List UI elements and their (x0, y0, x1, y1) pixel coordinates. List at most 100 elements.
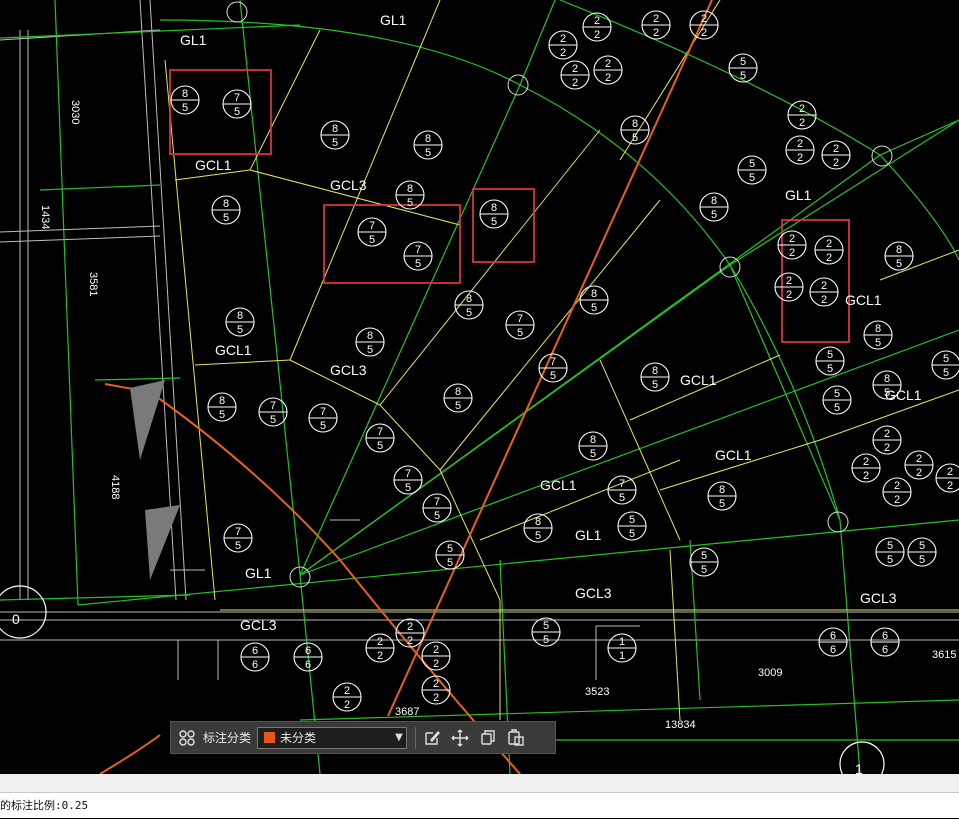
grid-icon[interactable] (175, 726, 199, 750)
fraction-bubble: 85 (872, 370, 902, 400)
beam-label: GCL3 (330, 362, 367, 378)
fraction-bubble: 22 (395, 618, 425, 648)
fraction-bubble: 85 (523, 513, 553, 543)
fraction-bubble: 22 (814, 235, 844, 265)
fraction-bubble: 75 (308, 403, 338, 433)
fraction-bubble: 85 (211, 195, 241, 225)
fraction-numerator: 2 (407, 621, 413, 633)
fraction-bubble: 85 (578, 431, 608, 461)
copy-icon[interactable] (476, 726, 500, 750)
fraction-numerator: 8 (535, 516, 541, 528)
fraction-bubble: 85 (884, 241, 914, 271)
fraction-denominator: 5 (425, 147, 431, 159)
fraction-bubble: 85 (863, 320, 893, 350)
fraction-numerator: 8 (455, 386, 461, 398)
move-icon[interactable] (448, 726, 472, 750)
command-line[interactable]: 的标注比例:0.25 (0, 792, 959, 818)
beam-label: GCL3 (240, 617, 277, 633)
paste-icon[interactable] (504, 726, 528, 750)
fraction-numerator: 2 (916, 453, 922, 465)
fraction-bubble: 85 (395, 180, 425, 210)
fraction-numerator: 5 (740, 56, 746, 68)
fraction-numerator: 7 (619, 478, 625, 490)
fraction-bubble: 55 (689, 547, 719, 577)
fraction-bubble: 75 (393, 465, 423, 495)
fraction-denominator: 5 (237, 324, 243, 336)
fraction-denominator: 2 (605, 72, 611, 84)
fraction-denominator: 5 (367, 344, 373, 356)
fraction-numerator: 8 (591, 288, 597, 300)
fraction-bubble: 22 (548, 30, 578, 60)
fraction-denominator: 5 (740, 70, 746, 82)
fraction-numerator: 8 (466, 293, 472, 305)
fraction-bubble: 66 (870, 627, 900, 657)
fraction-denominator: 5 (434, 510, 440, 522)
edit-icon[interactable] (420, 726, 444, 750)
fraction-denominator: 2 (826, 252, 832, 264)
fraction-numerator: 2 (894, 480, 900, 492)
fraction-numerator: 7 (517, 313, 523, 325)
fraction-numerator: 7 (377, 426, 383, 438)
fraction-bubble: 85 (454, 290, 484, 320)
fraction-bubble: 75 (223, 523, 253, 553)
fraction-bubble: 75 (422, 493, 452, 523)
drawing-canvas[interactable]: 0 1 GL1 GL1 GCL1 GCL3 GCL1 GCL3 GCL1 GCL… (0, 0, 959, 774)
fraction-bubble: 22 (582, 12, 612, 42)
fraction-numerator: 5 (629, 514, 635, 526)
category-value: 未分类 (280, 731, 317, 745)
fraction-bubble: 55 (617, 511, 647, 541)
fraction-denominator: 5 (896, 258, 902, 270)
beam-label: GL1 (380, 12, 407, 28)
fraction-numerator: 8 (367, 330, 373, 342)
fraction-numerator: 8 (711, 195, 717, 207)
category-select[interactable]: 未分类 ▼ (257, 726, 408, 749)
fraction-bubble: 85 (707, 481, 737, 511)
fraction-numerator: 5 (827, 349, 833, 361)
fraction-numerator: 7 (320, 406, 326, 418)
fraction-numerator: 1 (619, 636, 625, 648)
dimension-label: 3615 (932, 649, 956, 661)
fraction-denominator: 5 (234, 106, 240, 118)
fraction-bubble: 22 (774, 272, 804, 302)
fraction-bubble: 22 (935, 463, 959, 493)
fraction-denominator: 5 (332, 137, 338, 149)
fraction-denominator: 5 (491, 216, 497, 228)
fraction-numerator: 2 (863, 456, 869, 468)
fraction-denominator: 2 (916, 467, 922, 479)
beam-label: GCL1 (845, 292, 882, 308)
fraction-bubble: 75 (505, 310, 535, 340)
beam-label: GCL1 (195, 157, 232, 173)
fraction-numerator: 5 (943, 353, 949, 365)
fraction-numerator: 2 (653, 13, 659, 25)
fraction-denominator: 2 (833, 157, 839, 169)
fraction-bubble: 66 (818, 627, 848, 657)
fraction-numerator: 2 (594, 15, 600, 27)
fraction-numerator: 7 (369, 220, 375, 232)
fraction-numerator: 8 (237, 310, 243, 322)
fraction-bubble: 75 (403, 241, 433, 271)
fraction-denominator: 2 (947, 480, 953, 492)
category-label: 标注分类 (203, 731, 252, 745)
fraction-bubble: 22 (689, 10, 719, 40)
fraction-denominator: 2 (821, 294, 827, 306)
dimension-label: 3009 (758, 667, 782, 679)
fraction-denominator: 5 (619, 492, 625, 504)
fraction-bubble: 55 (531, 617, 561, 647)
fraction-numerator: 2 (605, 58, 611, 70)
fraction-numerator: 2 (701, 13, 707, 25)
fraction-denominator: 5 (749, 172, 755, 184)
fraction-bubble: 55 (728, 53, 758, 83)
fraction-numerator: 2 (560, 33, 566, 45)
fraction-bubbles: 85758585 85857575858585757585757575558585… (170, 10, 959, 712)
fraction-denominator: 6 (252, 659, 258, 671)
fraction-denominator: 5 (550, 370, 556, 382)
cad-drawing: 0 1 GL1 GL1 GCL1 GCL3 GCL1 GCL3 GCL1 GCL… (0, 0, 959, 774)
fraction-numerator: 2 (377, 636, 383, 648)
annotation-toolbar: 标注分类 未分类 ▼ (170, 721, 556, 754)
fraction-denominator: 2 (789, 247, 795, 259)
fraction-numerator: 8 (223, 198, 229, 210)
fraction-bubble: 85 (640, 362, 670, 392)
fraction-denominator: 5 (827, 363, 833, 375)
beam-label: GCL1 (680, 372, 717, 388)
fraction-bubble: 85 (170, 85, 200, 115)
